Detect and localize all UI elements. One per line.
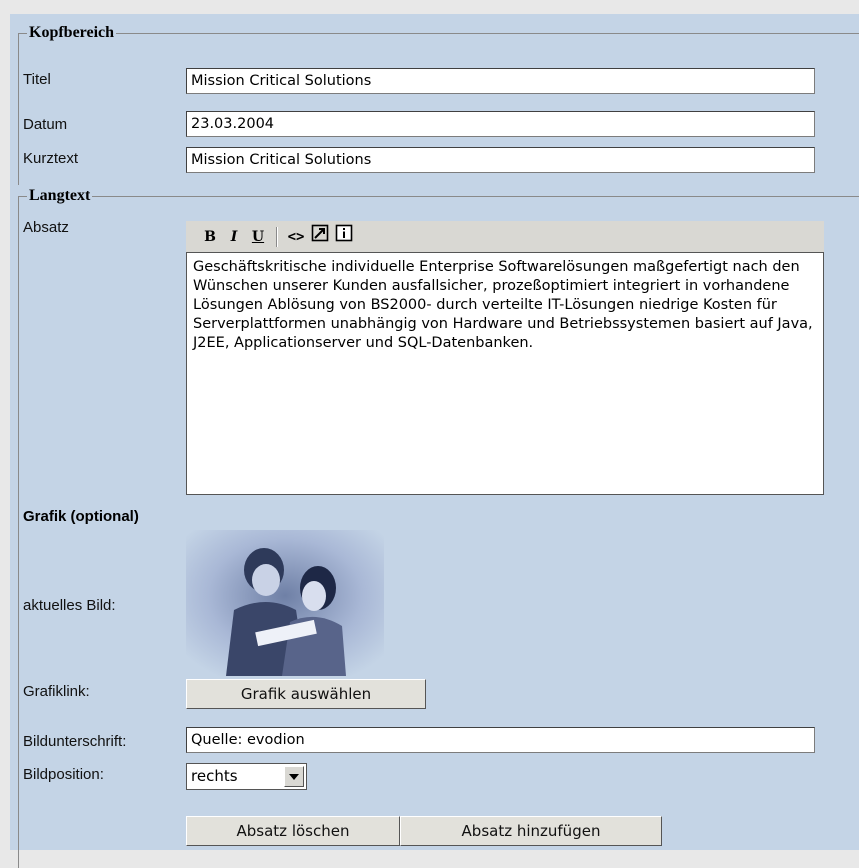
- aktuelles-bild-label: aktuelles Bild:: [23, 597, 116, 614]
- italic-button[interactable]: I: [222, 226, 246, 248]
- absatz-loeschen-button[interactable]: Absatz löschen: [186, 816, 400, 846]
- bildposition-select[interactable]: rechts: [186, 763, 307, 790]
- langtext-legend: Langtext: [29, 187, 91, 204]
- absatz-editor[interactable]: Geschäftskritische individuelle Enterpri…: [186, 252, 824, 495]
- datum-input[interactable]: [186, 111, 815, 137]
- titel-label: Titel: [23, 71, 51, 88]
- bildposition-value: rechts: [191, 767, 238, 785]
- form-panel: Kopfbereich Titel Datum Kurztext Langtex…: [10, 14, 859, 868]
- datum-label: Datum: [23, 116, 68, 133]
- bold-button[interactable]: B: [198, 226, 222, 248]
- kurztext-label: Kurztext: [23, 150, 79, 167]
- grafik-auswaehlen-button[interactable]: Grafik auswählen: [186, 679, 426, 709]
- dropdown-arrow-icon[interactable]: [284, 766, 304, 787]
- toolbar-separator: [276, 226, 278, 247]
- grafik-heading: Grafik (optional): [23, 508, 139, 525]
- info-icon[interactable]: [332, 224, 356, 249]
- kurztext-input[interactable]: [186, 147, 815, 173]
- editor-toolbar: B I U <>: [186, 221, 824, 252]
- underline-button[interactable]: U: [246, 226, 270, 248]
- bildposition-label: Bildposition:: [23, 766, 104, 783]
- bildunterschrift-label: Bildunterschrift:: [23, 733, 127, 750]
- bildunterschrift-input[interactable]: [186, 727, 815, 753]
- absatz-label: Absatz: [23, 219, 69, 236]
- kopfbereich-legend: Kopfbereich: [29, 24, 115, 41]
- grafiklink-label: Grafiklink:: [23, 683, 90, 700]
- source-code-button[interactable]: <>: [284, 226, 308, 248]
- current-image: [186, 530, 384, 676]
- titel-input[interactable]: [186, 68, 815, 94]
- link-icon[interactable]: [308, 224, 332, 249]
- absatz-hinzufuegen-button[interactable]: Absatz hinzufügen: [400, 816, 662, 846]
